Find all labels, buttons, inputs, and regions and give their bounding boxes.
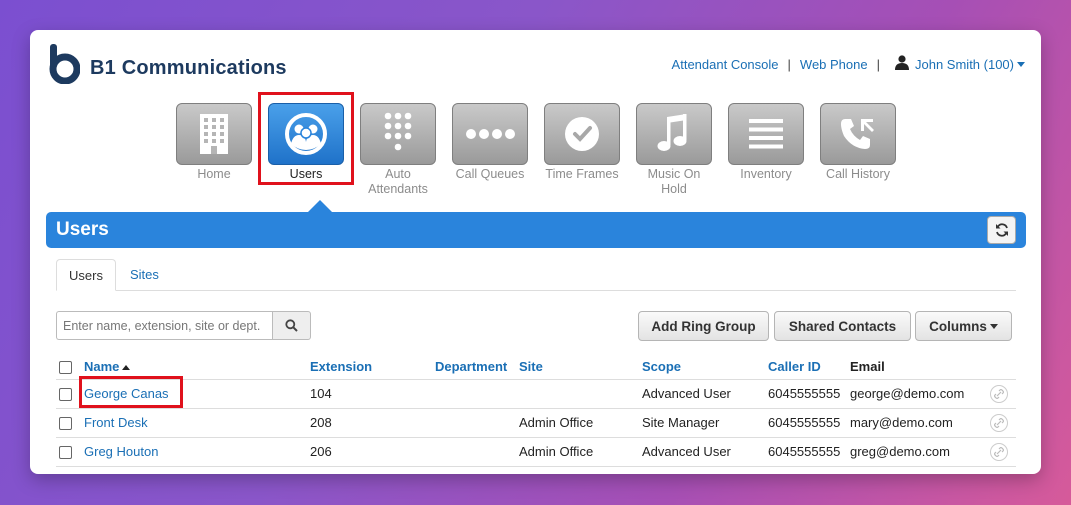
department-cell: [432, 408, 516, 438]
col-scope[interactable]: Scope: [639, 354, 765, 380]
col-email: Email: [847, 354, 987, 380]
department-cell: [432, 379, 516, 409]
person-icon: [895, 55, 909, 73]
page-title: Users: [56, 219, 109, 240]
app-home[interactable]: Home: [176, 103, 252, 197]
row-checkbox[interactable]: [59, 417, 72, 431]
user-menu[interactable]: John Smith (100): [895, 55, 1025, 73]
col-actions: [987, 354, 1016, 380]
search-button[interactable]: [272, 311, 311, 340]
app-music-on-hold[interactable]: Music On Hold: [636, 103, 712, 197]
col-department[interactable]: Department: [432, 354, 516, 380]
music-note-icon: [636, 103, 712, 165]
table-row: Front Desk 208 Admin Office Site Manager…: [56, 408, 1016, 438]
app-auto-attendants[interactable]: Auto Attendants: [360, 103, 436, 197]
b1-logo-icon: [46, 44, 81, 85]
site-cell: Admin Office: [516, 437, 639, 467]
sort-asc-icon: [122, 364, 131, 370]
brand-name: B1 Communications: [90, 56, 287, 79]
highlight-box-users-tile: [258, 92, 354, 185]
table-row: Greg Houton 206 Admin Office Advanced Us…: [56, 437, 1016, 467]
email-cell: george@demo.com: [847, 379, 987, 409]
keypad-icon: [360, 103, 436, 165]
app-call-history[interactable]: Call History: [820, 103, 896, 197]
app-label: Time Frames: [545, 167, 619, 181]
refresh-icon: [995, 223, 1008, 237]
search-input[interactable]: [56, 311, 272, 340]
app-label: Home: [197, 167, 231, 181]
link-icon[interactable]: [990, 384, 1008, 403]
extension-cell: 206: [307, 437, 432, 467]
app-label: Music On Hold: [647, 167, 701, 196]
link-icon[interactable]: [990, 413, 1008, 432]
app-label: Call History: [826, 167, 890, 181]
brand-logo[interactable]: B1 Communications: [46, 44, 287, 85]
tab-users[interactable]: Users: [56, 259, 116, 291]
users-table: Name Extension Department Site Scope Cal…: [56, 354, 1016, 467]
chevron-down-icon: [989, 323, 998, 329]
columns-button[interactable]: Columns: [915, 311, 1012, 341]
chevron-down-icon: [1017, 61, 1025, 67]
site-cell: Admin Office: [516, 408, 639, 438]
app-label: Call Queues: [455, 167, 525, 181]
refresh-button[interactable]: [987, 216, 1016, 244]
scope-cell: Site Manager: [639, 408, 765, 438]
extension-cell: 208: [307, 408, 432, 438]
nav-separator: |: [876, 56, 880, 72]
call-history-icon: [820, 103, 896, 165]
select-all-cell: [56, 354, 81, 380]
app-label: Inventory: [740, 167, 792, 181]
search-icon: [285, 319, 298, 332]
app-call-queues[interactable]: Call Queues: [452, 103, 528, 197]
link-icon[interactable]: [990, 442, 1008, 461]
site-cell: [516, 379, 639, 409]
search-group: [56, 311, 311, 340]
scope-cell: Advanced User: [639, 379, 765, 409]
building-icon: [176, 103, 252, 165]
top-nav: Attendant Console | Web Phone | John Smi…: [672, 55, 1025, 73]
table-header-row: Name Extension Department Site Scope Cal…: [56, 354, 1016, 380]
scope-cell: Advanced User: [639, 437, 765, 467]
user-name: John Smith (100): [915, 56, 1014, 72]
web-phone-link[interactable]: Web Phone: [800, 57, 868, 72]
main-card: B1 Communications Attendant Console | We…: [30, 30, 1041, 474]
dots-icon: [452, 103, 528, 165]
active-tab-pointer: [308, 200, 332, 212]
col-site[interactable]: Site: [516, 354, 639, 380]
highlight-box-george-canas: [79, 376, 183, 408]
shared-contacts-button[interactable]: Shared Contacts: [774, 311, 911, 341]
attendant-console-link[interactable]: Attendant Console: [672, 57, 779, 72]
user-name-link[interactable]: Greg Houton: [81, 437, 307, 467]
row-checkbox[interactable]: [59, 446, 72, 460]
add-ring-group-button[interactable]: Add Ring Group: [638, 311, 769, 341]
extension-cell: 104: [307, 379, 432, 409]
email-cell: mary@demo.com: [847, 408, 987, 438]
caller-id-cell: 6045555555: [765, 379, 847, 409]
row-checkbox[interactable]: [59, 388, 72, 402]
app-label: Auto Attendants: [368, 167, 428, 196]
panel-header: Users: [46, 200, 1026, 248]
col-caller-id[interactable]: Caller ID: [765, 354, 847, 380]
tab-bar: Users Sites: [56, 259, 1016, 291]
caller-id-cell: 6045555555: [765, 437, 847, 467]
email-cell: greg@demo.com: [847, 437, 987, 467]
list-icon: [728, 103, 804, 165]
columns-label: Columns: [929, 318, 987, 334]
clock-icon: [544, 103, 620, 165]
nav-separator: |: [787, 56, 791, 72]
select-all-checkbox[interactable]: [59, 360, 72, 374]
col-extension[interactable]: Extension: [307, 354, 432, 380]
department-cell: [432, 437, 516, 467]
app-time-frames[interactable]: Time Frames: [544, 103, 620, 197]
table-row: George Canas 104 Advanced User 604555555…: [56, 379, 1016, 409]
caller-id-cell: 6045555555: [765, 408, 847, 438]
user-name-link[interactable]: Front Desk: [81, 408, 307, 438]
app-inventory[interactable]: Inventory: [728, 103, 804, 197]
tab-sites[interactable]: Sites: [118, 259, 171, 291]
